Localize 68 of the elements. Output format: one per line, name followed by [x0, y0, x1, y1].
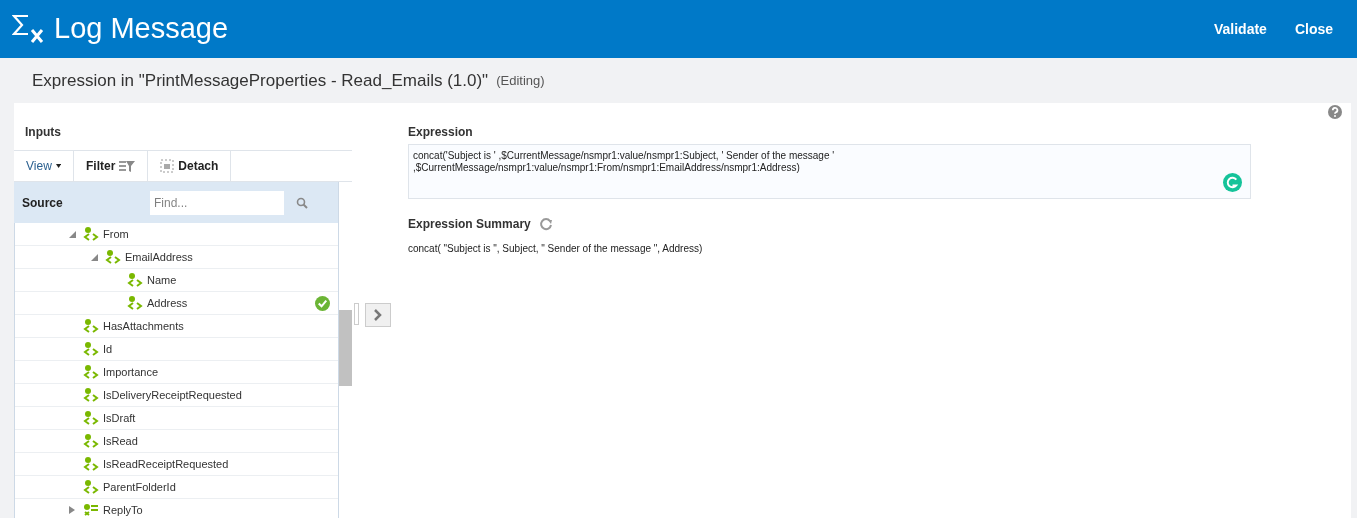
tree-node-label: Id — [103, 341, 113, 357]
tree-row[interactable]: IsRead — [15, 430, 338, 453]
collapsed-triangle-icon[interactable] — [69, 506, 75, 514]
element-node-icon — [127, 272, 143, 288]
inputs-heading: Inputs — [24, 124, 62, 141]
element-node-icon — [127, 295, 143, 311]
summary-label: Expression Summary — [408, 216, 531, 233]
expanded-triangle-icon[interactable] — [91, 253, 98, 261]
summary-text: concat( "Subject is ", Subject, " Sender of the message ", Address) — [408, 242, 704, 256]
tree-row[interactable]: Name — [15, 269, 338, 292]
expression-label: Expression — [408, 124, 474, 141]
element-node-icon — [83, 387, 99, 403]
element-node-icon — [105, 249, 121, 265]
source-label: Source — [22, 194, 64, 212]
list-node-icon — [83, 503, 99, 517]
toolbar-button[interactable]: View — [14, 151, 74, 181]
refresh-badge-icon — [1223, 173, 1242, 192]
tree-node-label: IsDeliveryReceiptRequested — [103, 387, 242, 403]
tree-node-label: From — [103, 226, 129, 242]
tree-node-label: EmailAddress — [125, 249, 193, 265]
expression-heading: Expression in "PrintMessageProperties - Read_Emails (1.0)" — [32, 69, 489, 92]
window-title: Log Message — [54, 11, 229, 47]
tree-row[interactable]: EmailAddress — [15, 246, 338, 269]
collapse-handle[interactable] — [354, 303, 359, 325]
element-node-icon — [83, 318, 99, 334]
tree-row[interactable]: Id — [15, 338, 338, 361]
tree-row[interactable]: Address — [15, 292, 338, 315]
map-arrow-button[interactable] — [365, 303, 391, 327]
element-node-icon — [83, 226, 99, 242]
element-node-icon — [83, 341, 99, 357]
sigma-x-icon — [12, 14, 46, 44]
tree-node-label: Name — [147, 272, 177, 288]
element-node-icon — [83, 433, 99, 449]
dropdown-caret-icon — [55, 163, 61, 169]
editing-status: (Editing) — [496, 71, 545, 90]
tree-node-label: IsReadReceiptRequested — [103, 456, 229, 472]
tree-row[interactable]: Importance — [15, 361, 338, 384]
tree-node-label: ReplyTo — [103, 502, 143, 518]
toolbar-button[interactable]: Filter — [74, 151, 149, 181]
header-action-button[interactable]: Validate — [1213, 18, 1267, 40]
tree-node-label: IsDraft — [103, 410, 136, 426]
chevron-right-icon — [374, 309, 382, 321]
search-icon[interactable] — [296, 196, 308, 209]
tree-row[interactable]: From — [15, 223, 338, 246]
tree-row[interactable]: ReplyTo — [15, 499, 338, 518]
tree-node-label: Importance — [103, 364, 159, 380]
tree-node-label: IsRead — [103, 433, 138, 449]
help-icon[interactable] — [1328, 105, 1342, 119]
detach-icon — [160, 159, 175, 173]
element-node-icon — [83, 410, 99, 426]
filter-icon — [119, 160, 136, 172]
expression-field[interactable]: concat('Subject is ' ,$CurrentMessage/nsmpr1:value/nsmpr1:Subject, ' Sender of the message ' ,$CurrentMessage/nsmpr1:value/nsmpr1:From/nsmpr1:EmailAddress/nsmpr1:Address) — [408, 144, 1251, 199]
element-node-icon — [83, 456, 99, 472]
tree-row[interactable]: HasAttachments — [15, 315, 338, 338]
tree-row[interactable]: ParentFolderId — [15, 476, 338, 499]
tree-row[interactable]: IsDeliveryReceiptRequested — [15, 384, 338, 407]
tree-node-label: Address — [147, 295, 188, 311]
expanded-triangle-icon[interactable] — [69, 230, 76, 238]
toolbar-button[interactable]: Detach — [148, 151, 232, 181]
tree-row[interactable]: IsDraft — [15, 407, 338, 430]
element-node-icon — [83, 479, 99, 495]
tree-row[interactable]: IsReadReceiptRequested — [15, 453, 338, 476]
header-action-button[interactable]: Close — [1294, 18, 1333, 40]
element-node-icon — [83, 364, 99, 380]
tree-node-label: ParentFolderId — [103, 479, 176, 495]
refresh-icon[interactable] — [538, 217, 553, 231]
find-field[interactable]: Find... — [150, 190, 284, 215]
tree-node-label: HasAttachments — [103, 318, 184, 334]
